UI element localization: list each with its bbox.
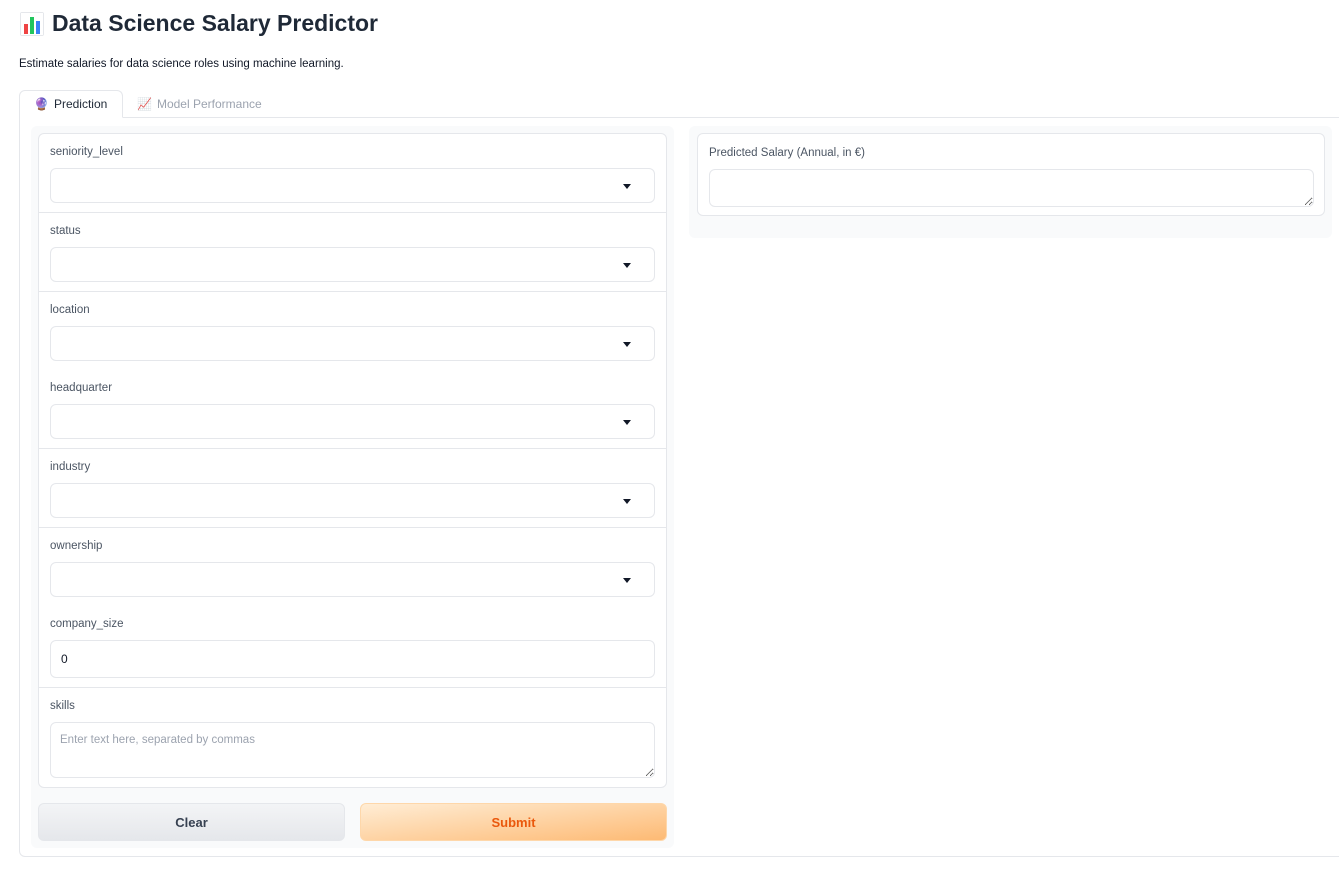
predicted-salary-output[interactable] bbox=[709, 169, 1314, 207]
industry-dropdown[interactable] bbox=[50, 483, 655, 518]
tab-model-performance-label: Model Performance bbox=[156, 96, 262, 111]
chevron-down-icon bbox=[623, 499, 631, 504]
industry-label: industry bbox=[50, 461, 91, 473]
page-title: Data Science Salary Predictor bbox=[19, 10, 378, 37]
chevron-down-icon bbox=[623, 578, 631, 583]
seniority-level-label: seniority_level bbox=[50, 146, 123, 158]
submit-button[interactable]: Submit bbox=[360, 803, 667, 841]
tab-prediction-label: Prediction bbox=[53, 97, 108, 111]
location-dropdown[interactable] bbox=[50, 326, 655, 361]
tab-bar: 🔮 Prediction 📈 Model Performance bbox=[19, 90, 1339, 118]
company-size-label: company_size bbox=[50, 618, 124, 630]
page-title-text: Data Science Salary Predictor bbox=[52, 10, 378, 36]
chart-increasing-icon: 📈 bbox=[137, 96, 152, 111]
headquarter-label: headquarter bbox=[50, 382, 113, 394]
chevron-down-icon bbox=[623, 420, 631, 425]
status-label: status bbox=[50, 225, 81, 237]
ownership-field: ownership bbox=[39, 528, 666, 606]
predicted-salary-label: Predicted Salary (Annual, in €) bbox=[709, 147, 865, 159]
skills-label: skills bbox=[50, 700, 75, 712]
ownership-dropdown[interactable] bbox=[50, 562, 655, 597]
industry-field: industry bbox=[39, 449, 666, 528]
chevron-down-icon bbox=[623, 342, 631, 347]
bar-chart-icon bbox=[20, 11, 44, 36]
skills-textarea[interactable] bbox=[50, 722, 655, 778]
status-field: status bbox=[39, 213, 666, 292]
headquarter-field: headquarter bbox=[39, 370, 666, 449]
page-subtitle: Estimate salaries for data science roles… bbox=[19, 58, 344, 70]
seniority-level-dropdown[interactable] bbox=[50, 168, 655, 203]
company-size-input[interactable] bbox=[50, 640, 655, 678]
status-dropdown[interactable] bbox=[50, 247, 655, 282]
company-size-field: company_size bbox=[39, 606, 666, 688]
seniority-level-field: seniority_level bbox=[39, 134, 666, 213]
headquarter-dropdown[interactable] bbox=[50, 404, 655, 439]
output-card: Predicted Salary (Annual, in €) bbox=[697, 133, 1325, 216]
skills-field: skills bbox=[39, 688, 666, 788]
tab-prediction[interactable]: 🔮 Prediction bbox=[19, 90, 123, 118]
location-field: location bbox=[39, 292, 666, 370]
chevron-down-icon bbox=[623, 184, 631, 189]
tab-model-performance[interactable]: 📈 Model Performance bbox=[123, 90, 276, 117]
crystal-ball-icon: 🔮 bbox=[34, 97, 49, 111]
input-form: seniority_level status location headquar… bbox=[38, 133, 667, 788]
location-label: location bbox=[50, 304, 90, 316]
clear-button[interactable]: Clear bbox=[38, 803, 345, 841]
chevron-down-icon bbox=[623, 263, 631, 268]
ownership-label: ownership bbox=[50, 540, 103, 552]
